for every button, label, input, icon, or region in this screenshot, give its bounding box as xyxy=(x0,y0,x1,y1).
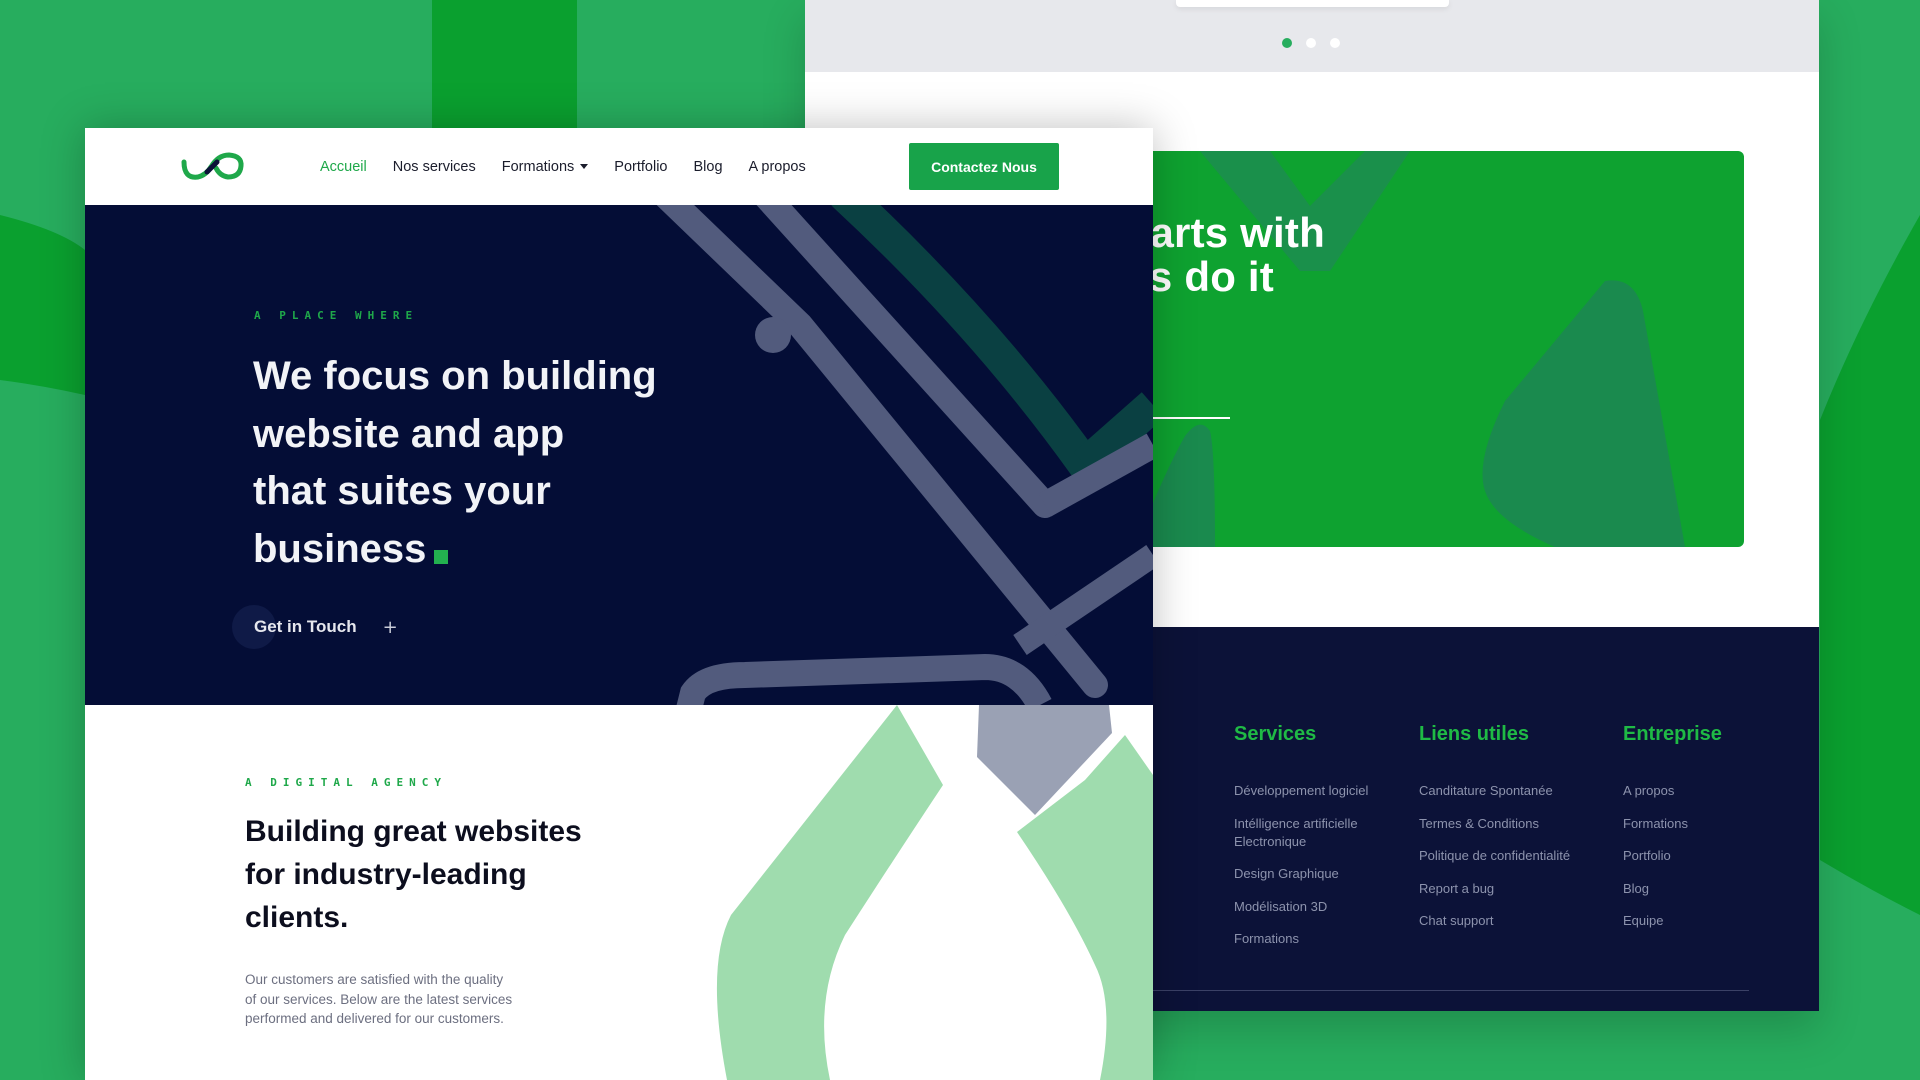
promo-banner: g starts with Let’s do it xyxy=(1075,151,1744,547)
about-description: Our customers are satisfied with the qua… xyxy=(245,972,513,1026)
front-browser-window: Accueil Nos services Formations Portfoli… xyxy=(85,128,1153,1080)
plus-icon: + xyxy=(382,616,398,638)
footer-link[interactable]: A propos xyxy=(1623,782,1793,800)
nav-label: A propos xyxy=(748,158,806,175)
nav-item-blog[interactable]: Blog xyxy=(693,159,722,175)
carousel-card xyxy=(1176,0,1449,7)
nav-label: Nos services xyxy=(392,158,476,175)
hero-title-last-line: business xyxy=(253,521,723,579)
hero-title-line: business xyxy=(253,526,427,571)
hero-title-line: website and app xyxy=(253,411,565,456)
nav-item-a-propos[interactable]: A propos xyxy=(749,159,806,175)
get-in-touch-label: Get in Touch xyxy=(254,617,357,636)
hero-title-line: that suites your xyxy=(253,469,551,513)
footer-link[interactable]: Modélisation 3D xyxy=(1234,898,1404,916)
nav-label: Accueil xyxy=(320,158,367,175)
top-navbar: Accueil Nos services Formations Portfoli… xyxy=(85,128,1153,205)
footer-link[interactable]: Equipe xyxy=(1623,912,1793,930)
footer-link[interactable]: Formations xyxy=(1234,930,1404,948)
main-nav: Accueil Nos services Formations Portfoli… xyxy=(320,128,806,205)
infinity-logo-icon[interactable] xyxy=(180,150,246,182)
carousel-dot-3[interactable] xyxy=(1330,38,1340,48)
footer-link[interactable]: Blog xyxy=(1623,880,1793,898)
caret-down-icon xyxy=(580,164,589,169)
nav-item-nos-services[interactable]: Nos services xyxy=(393,159,476,175)
testimonial-carousel xyxy=(805,0,1819,72)
about-section: A DIGITAL AGENCY Building great websites… xyxy=(85,705,1153,1080)
nav-item-portfolio[interactable]: Portfolio xyxy=(614,159,667,175)
footer-link[interactable]: Chat support xyxy=(1419,912,1589,930)
about-title: Building great websites for industry-lea… xyxy=(245,810,645,939)
hero-eyebrow: A PLACE WHERE xyxy=(254,309,419,322)
about-title-line: for industry-leading xyxy=(245,858,527,891)
accent-square-icon xyxy=(434,549,449,564)
nav-label: Blog xyxy=(693,158,723,175)
footer-link[interactable]: Design Graphique xyxy=(1234,865,1404,883)
footer-column-liens-utiles: Liens utiles Canditature Spontanée Terme… xyxy=(1419,723,1589,945)
footer-heading: Liens utiles xyxy=(1419,723,1530,745)
footer-heading: Services xyxy=(1234,723,1317,745)
footer-link[interactable]: Intélligence artificielle Electronique xyxy=(1234,815,1404,851)
get-in-touch-button[interactable]: Get in Touch + xyxy=(232,605,398,649)
nav-label: Portfolio xyxy=(614,158,668,175)
hero-title-line: We focus on building xyxy=(253,354,657,398)
about-eyebrow: A DIGITAL AGENCY xyxy=(245,776,447,789)
nav-item-formations[interactable]: Formations xyxy=(502,159,589,175)
hero-title: We focus on building website and app tha… xyxy=(253,348,723,578)
footer-link[interactable]: Développement logiciel xyxy=(1234,782,1404,800)
footer-link[interactable]: Canditature Spontanée xyxy=(1419,782,1589,800)
footer-link[interactable]: Termes & Conditions xyxy=(1419,815,1589,833)
carousel-dot-1[interactable] xyxy=(1282,38,1292,48)
about-title-line: clients. xyxy=(245,901,349,934)
nav-label: Formations xyxy=(501,158,575,175)
hero-section: A PLACE WHERE We focus on building websi… xyxy=(85,205,1153,705)
footer-column-entreprise: Entreprise A propos Formations Portfolio… xyxy=(1623,723,1793,945)
footer-link[interactable]: Politique de confidentialité xyxy=(1419,847,1589,865)
about-title-line: Building great websites xyxy=(245,815,582,848)
footer-heading: Entreprise xyxy=(1623,723,1722,745)
carousel-dot-2[interactable] xyxy=(1306,38,1316,48)
footer-link[interactable]: Formations xyxy=(1623,815,1793,833)
footer-link[interactable]: Report a bug xyxy=(1419,880,1589,898)
carousel-dots xyxy=(1282,38,1340,48)
footer-link[interactable]: Portfolio xyxy=(1623,847,1793,865)
nav-item-accueil[interactable]: Accueil xyxy=(320,159,367,175)
contact-us-button[interactable]: Contactez Nous xyxy=(909,143,1059,190)
footer-column-services: Services Développement logiciel Intéllig… xyxy=(1234,723,1404,963)
